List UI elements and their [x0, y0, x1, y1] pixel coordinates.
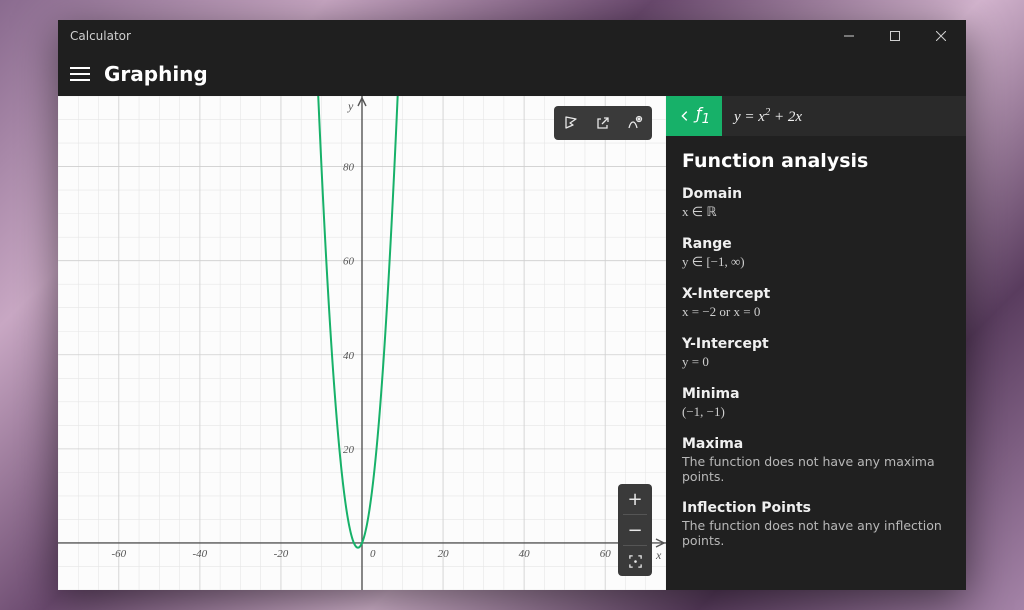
property-value: (−1, −1)	[682, 404, 950, 420]
analysis-property: Maxima The function does not have any max…	[682, 436, 950, 484]
app-window: Calculator Graphing -60 -40 -20 20 40 60 20 40 6…	[58, 20, 966, 590]
zoom-in-button[interactable]: +	[618, 484, 652, 514]
svg-text:y: y	[347, 99, 354, 113]
function-expression: y = x2 + 2x	[722, 96, 966, 136]
svg-text:60: 60	[343, 256, 355, 268]
back-to-functions-button[interactable]: ƒ1	[666, 96, 722, 136]
property-label: Range	[682, 236, 950, 252]
analysis-title: Function analysis	[682, 150, 950, 172]
minimize-button[interactable]	[826, 20, 872, 52]
zoom-controls: + −	[618, 484, 652, 576]
analysis-body: Function analysis Domain x ∈ ℝ Range y ∈ [−…	[666, 136, 966, 574]
mode-header: Graphing	[58, 52, 966, 96]
svg-text:-60: -60	[111, 548, 126, 560]
mode-title: Graphing	[104, 62, 208, 86]
property-note: The function does not have any maxima po…	[682, 454, 950, 484]
svg-text:-40: -40	[193, 548, 208, 560]
analysis-property: Range y ∈ [−1, ∞)	[682, 236, 950, 270]
window-title: Calculator	[70, 29, 131, 43]
menu-icon[interactable]	[70, 67, 90, 81]
property-label: Domain	[682, 186, 950, 202]
analysis-property: Inflection Points The function does not h…	[682, 500, 950, 548]
graph-toolbar	[554, 106, 652, 140]
graph-options-button[interactable]	[620, 108, 650, 138]
trace-tool-button[interactable]	[556, 108, 586, 138]
analysis-property: Domain x ∈ ℝ	[682, 186, 950, 220]
property-label: Maxima	[682, 436, 950, 452]
property-value: x = −2 or x = 0	[682, 304, 950, 320]
function-badge-label: ƒ1	[696, 104, 710, 127]
plot-svg: -60 -40 -20 20 40 60 20 40 60 80 0 y x	[58, 96, 666, 590]
share-button[interactable]	[588, 108, 618, 138]
maximize-button[interactable]	[872, 20, 918, 52]
svg-text:60: 60	[600, 548, 612, 560]
property-value: x ∈ ℝ	[682, 204, 950, 220]
svg-text:20: 20	[343, 444, 355, 456]
graph-canvas[interactable]: -60 -40 -20 20 40 60 20 40 60 80 0 y x + −	[58, 96, 666, 590]
property-label: Minima	[682, 386, 950, 402]
window-controls	[826, 20, 964, 52]
function-header: ƒ1 y = x2 + 2x	[666, 96, 966, 136]
property-label: Inflection Points	[682, 500, 950, 516]
svg-text:40: 40	[519, 548, 531, 560]
analysis-property: X-Intercept x = −2 or x = 0	[682, 286, 950, 320]
svg-text:x: x	[655, 548, 662, 562]
property-label: X-Intercept	[682, 286, 950, 302]
fit-view-button[interactable]	[618, 546, 652, 576]
svg-text:40: 40	[343, 350, 355, 362]
svg-text:20: 20	[438, 548, 450, 560]
close-button[interactable]	[918, 20, 964, 52]
svg-text:80: 80	[343, 162, 355, 174]
property-value: y ∈ [−1, ∞)	[682, 254, 950, 270]
analysis-property: Y-Intercept y = 0	[682, 336, 950, 370]
title-bar: Calculator	[58, 20, 966, 52]
property-value: y = 0	[682, 354, 950, 370]
analysis-panel: ƒ1 y = x2 + 2x Function analysis Domain x…	[666, 96, 966, 590]
property-label: Y-Intercept	[682, 336, 950, 352]
property-note: The function does not have any inflectio…	[682, 518, 950, 548]
content-area: -60 -40 -20 20 40 60 20 40 60 80 0 y x + −	[58, 96, 966, 590]
svg-text:-20: -20	[274, 548, 289, 560]
svg-text:0: 0	[370, 548, 376, 560]
zoom-out-button[interactable]: −	[618, 515, 652, 545]
analysis-property: Minima (−1, −1)	[682, 386, 950, 420]
